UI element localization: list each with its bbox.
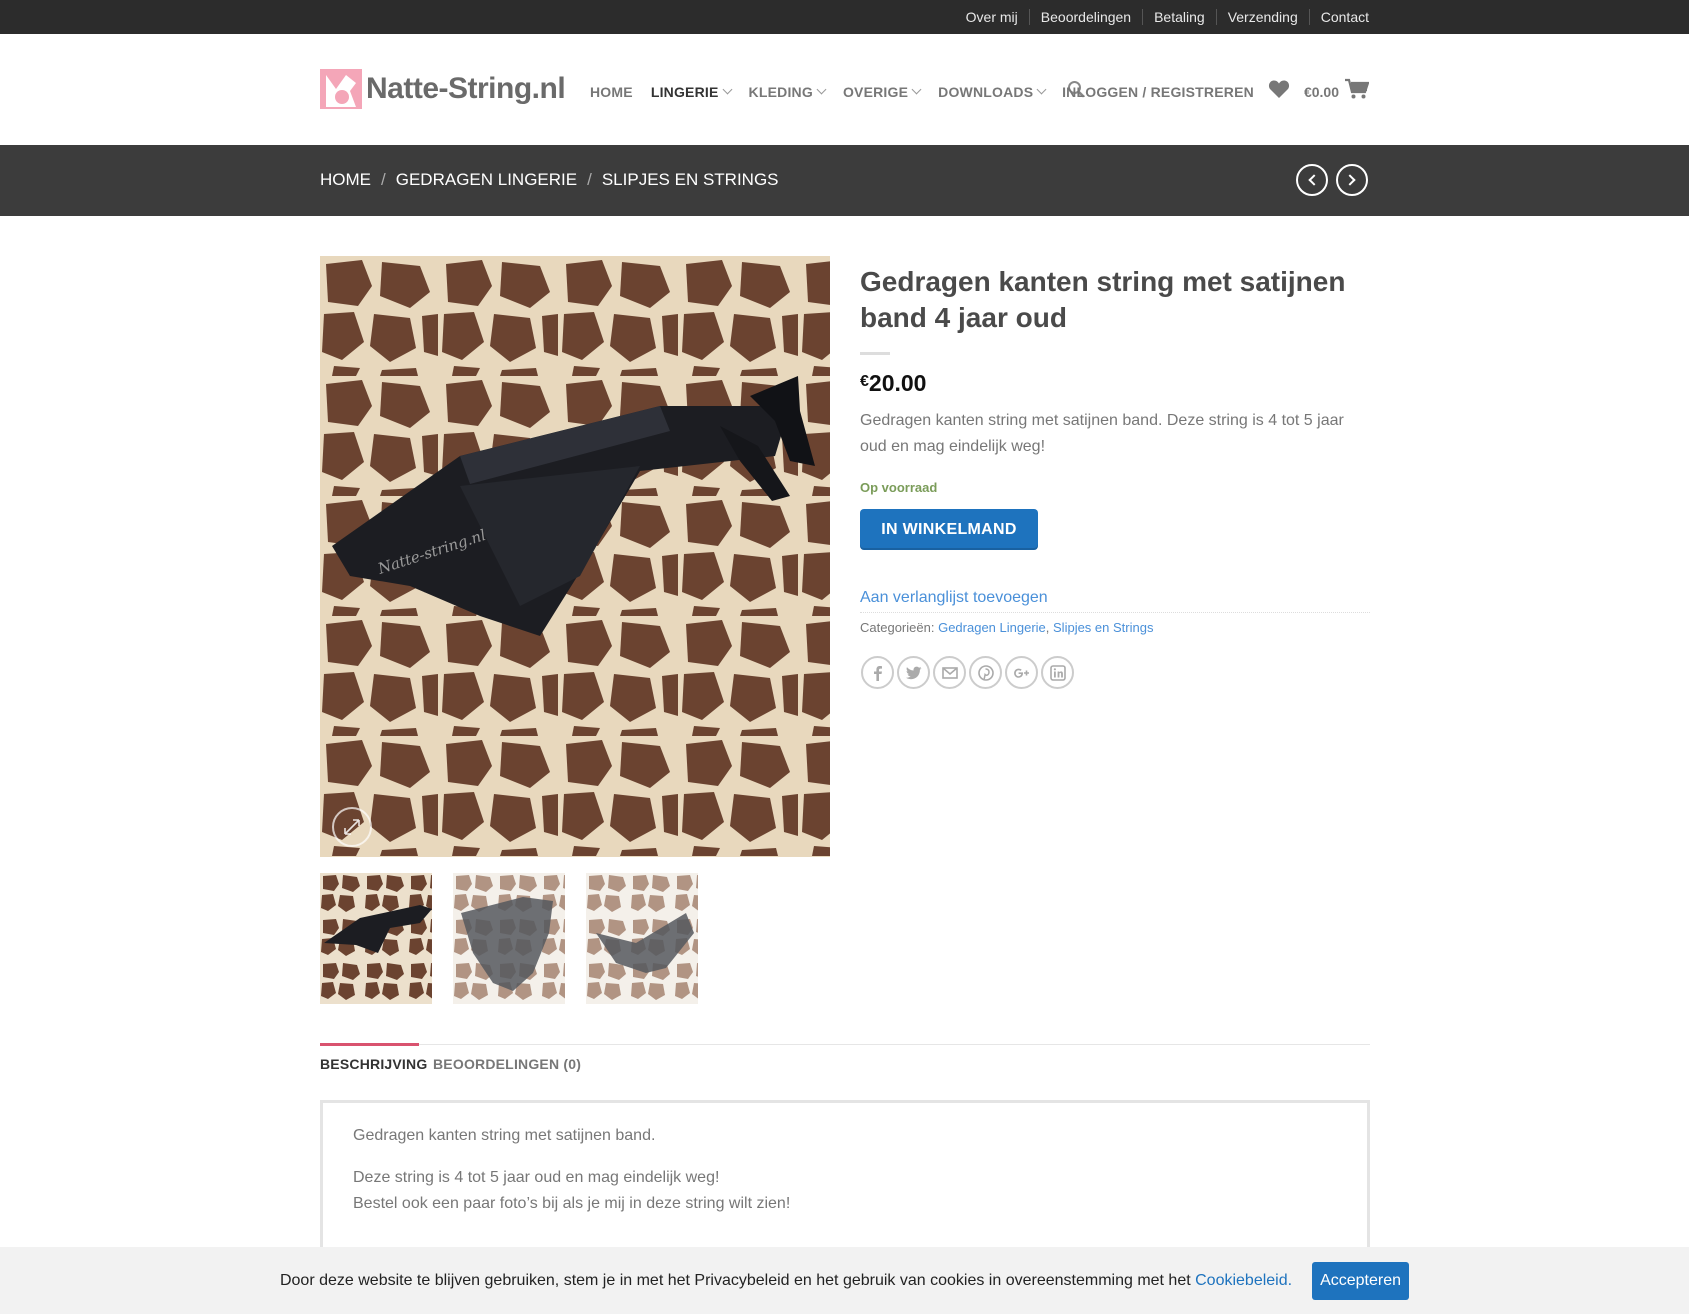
top-link-betaling[interactable]: Betaling [1142, 9, 1216, 25]
nav-home[interactable]: HOME [590, 84, 633, 100]
chevron-down-icon [722, 84, 732, 95]
description-line: Deze string is 4 tot 5 jaar oud en mag e… [353, 1169, 720, 1186]
tab-beschrijving[interactable]: BESCHRIJVING [320, 1056, 427, 1072]
description-paragraph: Gedragen kanten string met satijnen band… [353, 1127, 656, 1144]
product-thumbnail-1[interactable] [320, 873, 432, 1004]
breadcrumb-slipjes-en-strings[interactable]: SLIPJES EN STRINGS [602, 170, 779, 190]
stock-status: Op voorraad [860, 480, 938, 495]
cookie-notice-text: Door deze website te blijven gebruiken, … [280, 1272, 1292, 1290]
active-tab-indicator [320, 1043, 419, 1046]
top-links: Over mij Beoordelingen Betaling Verzendi… [955, 0, 1369, 34]
breadcrumb-band: HOME / GEDRAGEN LINGERIE / SLIPJES EN ST… [0, 145, 1689, 216]
chevron-left-icon [1308, 174, 1320, 186]
top-link-verzending[interactable]: Verzending [1215, 9, 1309, 25]
breadcrumb-home[interactable]: HOME [320, 170, 371, 190]
add-to-wishlist-link[interactable]: Aan verlanglijst toevoegen [860, 589, 1048, 607]
nav-overige-label: OVERIGE [842, 83, 909, 100]
cart-total[interactable]: €0.00 [1304, 84, 1339, 100]
zoom-expand-icon[interactable] [332, 807, 372, 847]
previous-product-button[interactable] [1296, 164, 1328, 196]
breadcrumb: HOME / GEDRAGEN LINGERIE / SLIPJES EN ST… [320, 170, 779, 190]
top-link-beoordelingen[interactable]: Beoordelingen [1028, 9, 1142, 25]
nav-lingerie-label: LINGERIE [650, 83, 719, 100]
nav-home-label: HOME [590, 83, 633, 100]
category-link-gedragen-lingerie[interactable]: Gedragen Lingerie [938, 620, 1046, 635]
product-short-description: Gedragen kanten string met satijnen band… [860, 412, 1344, 455]
product-categories: Categorieën: Gedragen Lingerie, Slipjes … [860, 620, 1154, 635]
logo-icon [320, 67, 362, 111]
login-register-link[interactable]: INLOGGEN / REGISTREREN [1062, 84, 1254, 100]
categories-label: Categorieën: [860, 620, 935, 635]
top-link-contact[interactable]: Contact [1308, 9, 1369, 25]
price-amount: 20.00 [868, 370, 927, 396]
product-title: Gedragen kanten string met satijnen band… [860, 266, 1346, 333]
product-price: €20.00 [860, 370, 926, 397]
share-icons [861, 656, 1077, 689]
nav-downloads[interactable]: DOWNLOADS [938, 83, 1047, 100]
breadcrumb-gedragen-lingerie[interactable]: GEDRAGEN LINGERIE [396, 170, 577, 190]
cookie-policy-link[interactable]: Cookiebeleid. [1195, 1272, 1292, 1289]
chevron-right-icon [1344, 174, 1356, 186]
price-currency: € [860, 373, 869, 390]
pinterest-icon[interactable] [969, 656, 1002, 689]
account-nav: INLOGGEN / REGISTREREN €0.00 [1062, 78, 1370, 105]
tabs-divider [320, 1044, 1370, 1045]
product-thumbnail-2[interactable] [453, 873, 565, 1004]
site-header: Natte-String.nl HOME LINGERIE KLEDING OV… [0, 34, 1689, 145]
nav-overige[interactable]: OVERIGE [842, 83, 922, 100]
title-divider [860, 352, 890, 355]
wishlist-heart-icon[interactable] [1268, 79, 1290, 104]
linkedin-icon[interactable] [1041, 656, 1074, 689]
facebook-icon[interactable] [861, 656, 894, 689]
product-thumbnail-3[interactable] [586, 873, 698, 1004]
logo-text: Natte-String.nl [366, 72, 566, 105]
nav-downloads-label: DOWNLOADS [938, 83, 1034, 100]
main-nav: HOME LINGERIE KLEDING OVERIGE DOWNLOADS [590, 80, 1085, 103]
description-line: Bestel ook een paar foto’s bij als je mi… [353, 1195, 791, 1212]
top-bar: Over mij Beoordelingen Betaling Verzendi… [0, 0, 1689, 34]
chevron-down-icon [1036, 84, 1047, 95]
cookie-message: Door deze website te blijven gebruiken, … [279, 1271, 1191, 1289]
site-logo[interactable]: Natte-String.nl [320, 67, 566, 111]
tab-beoordelingen[interactable]: BEOORDELINGEN (0) [433, 1056, 581, 1072]
nav-lingerie[interactable]: LINGERIE [650, 83, 732, 100]
cart-icon[interactable] [1345, 78, 1370, 105]
nav-kleding-label: KLEDING [748, 83, 813, 100]
email-icon[interactable] [933, 656, 966, 689]
add-to-cart-button[interactable]: IN WINKELMAND [860, 509, 1038, 550]
wishlist-divider [860, 612, 1370, 613]
breadcrumb-separator: / [587, 170, 592, 189]
twitter-icon[interactable] [897, 656, 930, 689]
nav-kleding[interactable]: KLEDING [748, 83, 827, 100]
description-paragraph: Deze string is 4 tot 5 jaar oud en mag e… [353, 1165, 1337, 1217]
product-main-image[interactable]: Natte-string.nl [320, 256, 830, 857]
next-product-button[interactable] [1336, 164, 1368, 196]
accept-cookies-button[interactable]: Accepteren [1312, 1261, 1410, 1300]
chevron-down-icon [911, 84, 922, 95]
top-link-over-mij[interactable]: Over mij [955, 9, 1029, 25]
cookie-notice-bar: Door deze website te blijven gebruiken, … [0, 1247, 1689, 1314]
google-plus-icon[interactable] [1005, 656, 1038, 689]
chevron-down-icon [816, 84, 827, 95]
breadcrumb-separator: / [381, 170, 386, 189]
category-link-slipjes-en-strings[interactable]: Slipjes en Strings [1053, 620, 1153, 635]
